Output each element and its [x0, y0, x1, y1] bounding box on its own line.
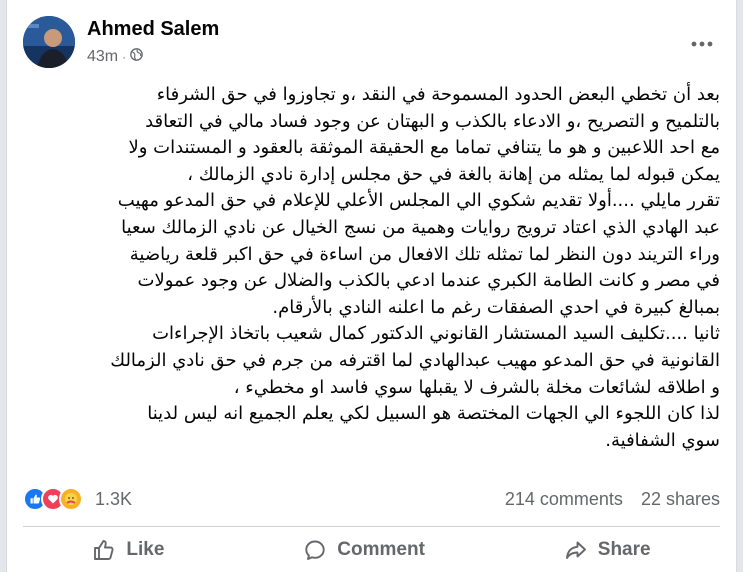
share-icon [565, 541, 586, 559]
comments-count[interactable]: 214 comments [505, 489, 623, 510]
engagement-counts: 214 comments 22 shares [505, 489, 720, 510]
share-label: Share [597, 539, 651, 560]
post-text-line: تقرر مايلي ....أولا تقديم شكوي الي المجل… [117, 190, 720, 212]
globe-icon[interactable] [130, 48, 143, 66]
post-text-line: في مصر و كانت الطامة الكبري عندما ادعي ب… [137, 270, 720, 292]
post-card: Ahmed Salem 43m · بعد أن تخطي البعض الحد… [6, 0, 737, 572]
post-actions: Like Comment Share [23, 530, 720, 570]
author-avatar[interactable] [23, 16, 75, 68]
author-name[interactable]: Ahmed Salem [87, 18, 219, 41]
comment-button[interactable]: Comment [279, 532, 449, 568]
post-time[interactable]: 43m [87, 48, 118, 66]
comment-label: Comment [337, 539, 425, 560]
like-button[interactable]: Like [68, 532, 188, 568]
post-text-line: بالتلميح و التصريح ،و الادعاء بالكذب و ا… [145, 110, 720, 132]
post-text-line: عبد الهادي الذي اعتاد ترويج روايات وهمية… [121, 216, 720, 238]
post-text-line: لذا كان اللجوء الي الجهات المختصة هو الس… [147, 403, 720, 425]
post-text-line: بعد أن تخطي البعض الحدود المسموحة في الن… [156, 84, 720, 105]
post-text-line: القانونية في حق المدعو مهيب عبدالهادي لم… [110, 349, 720, 371]
share-button[interactable]: Share [540, 532, 675, 568]
reactions-summary[interactable]: 1.3K [23, 487, 132, 511]
post-header: Ahmed Salem 43m · [23, 12, 720, 68]
post-text-line: و اطلاقه لشائعات مخلة بالشرف لا يقبلها س… [233, 376, 720, 398]
care-reaction-icon [59, 487, 83, 511]
post-text-line: سوي الشفافية. [605, 429, 720, 451]
shares-count[interactable]: 22 shares [641, 489, 720, 510]
more-icon [691, 41, 713, 47]
post-text-line: ثانيا ....تكليف السيد المستشار القانوني … [152, 323, 720, 345]
post-text-line: مع احد اللاعبين و هو ما يتنافي تماما مع … [128, 137, 720, 159]
comment-icon [305, 540, 325, 560]
post-text-line: يمكن قبوله لما يمثله من إهانة بالغة في ح… [187, 163, 720, 185]
separator-dot: · [122, 50, 127, 64]
post-text: بعد أن تخطي البعض الحدود المسموحة في الن… [23, 82, 720, 454]
thumbs-up-icon [94, 540, 114, 560]
post-text-line: وراء التريند دون النظر لما تمثله تلك الا… [129, 243, 720, 265]
reaction-icons [23, 487, 83, 511]
reaction-count[interactable]: 1.3K [95, 489, 132, 510]
post-text-line: بمبالغ كبيرة في احدي الصفقات رغم ما اعلن… [272, 296, 720, 318]
like-label: Like [126, 539, 165, 560]
post-meta: 43m · [87, 48, 143, 66]
divider [23, 526, 720, 527]
more-options-button[interactable] [684, 26, 720, 62]
post-stats: 1.3K 214 comments 22 shares [23, 484, 720, 514]
